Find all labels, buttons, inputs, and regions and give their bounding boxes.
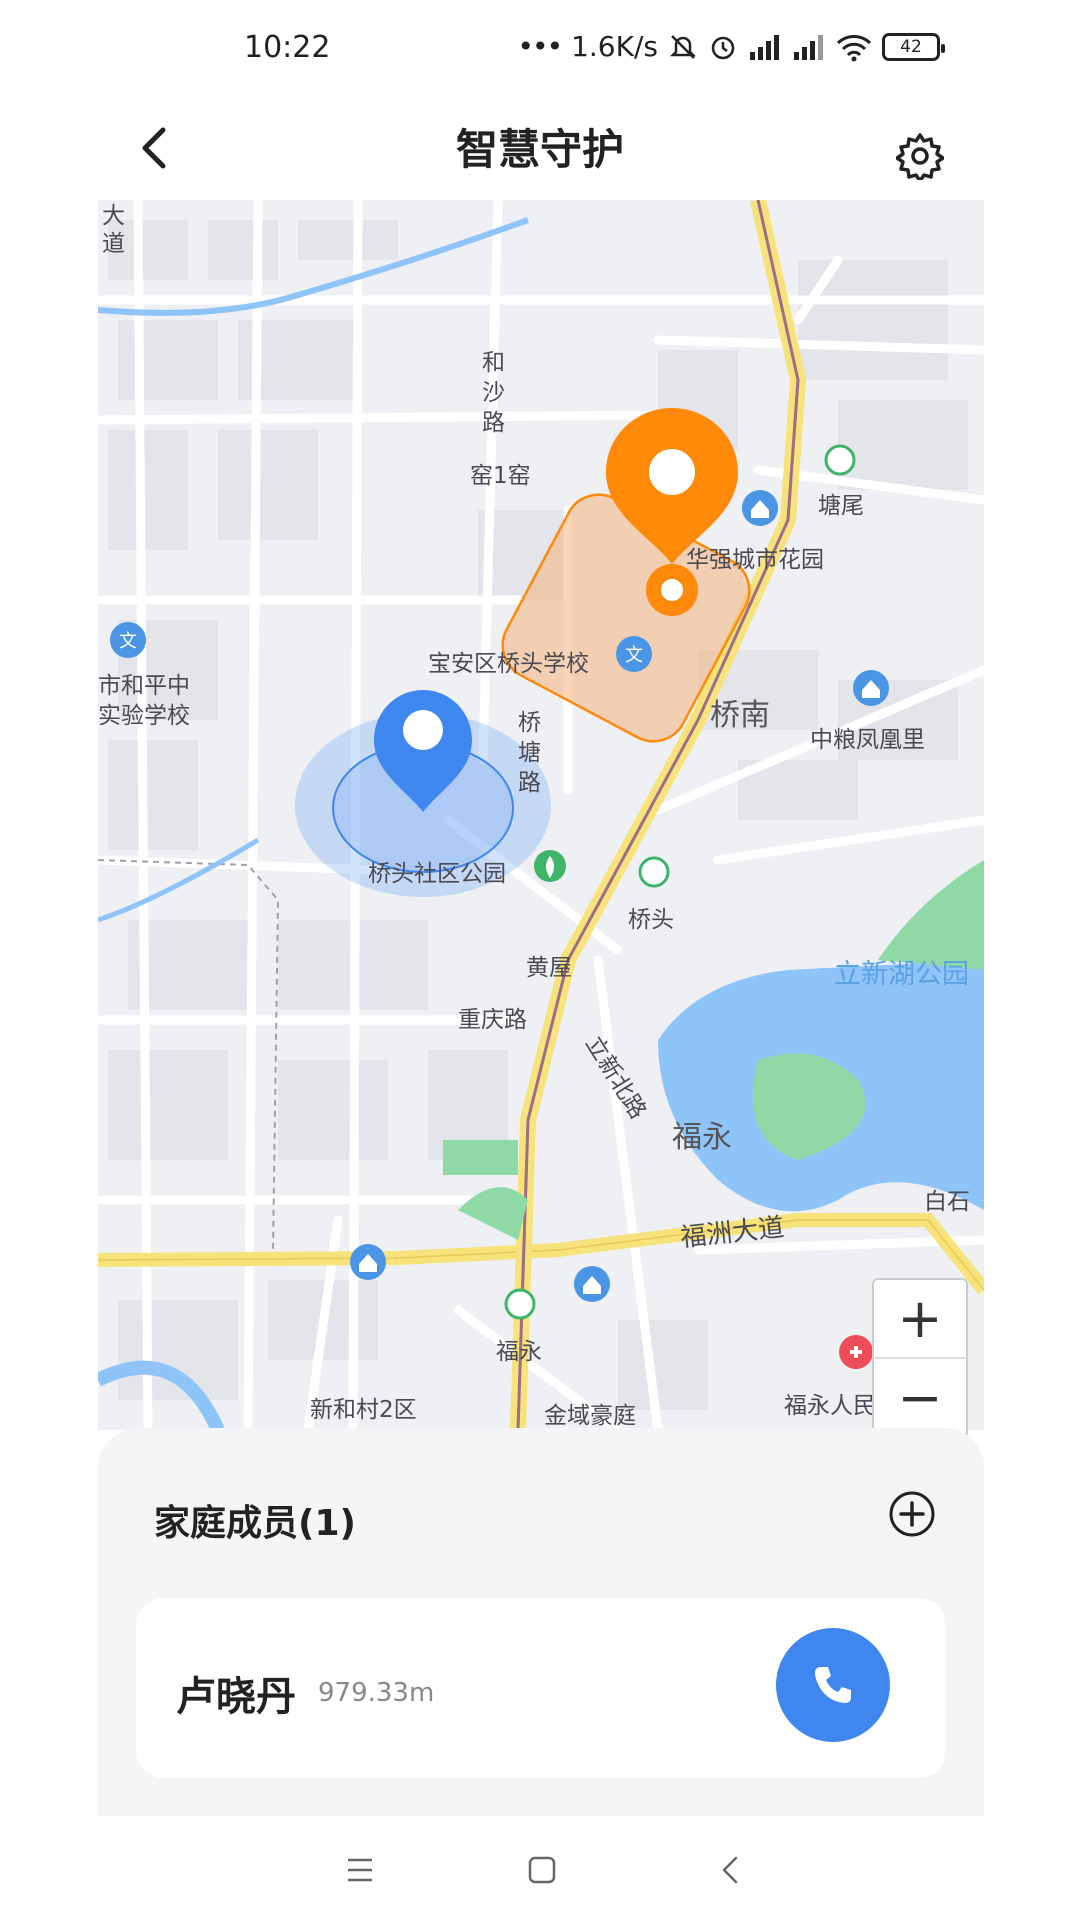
menu-icon <box>348 1858 372 1882</box>
menu-button[interactable] <box>340 1854 380 1886</box>
map-label: 福永 <box>672 1120 732 1155</box>
gear-icon <box>896 133 944 180</box>
system-nav-bar <box>0 1816 1080 1920</box>
zoom-in-button[interactable]: + <box>874 1280 966 1357</box>
settings-button[interactable] <box>890 126 950 186</box>
map-label: 桥 塘 路 <box>518 710 541 796</box>
signal-icon <box>794 34 823 60</box>
battery-icon: 42 <box>882 32 945 61</box>
call-button[interactable] <box>776 1628 890 1742</box>
svg-text:文: 文 <box>119 631 137 652</box>
member-name: 卢晓丹 <box>176 1674 296 1720</box>
map-label: 和 沙 路 <box>482 350 505 436</box>
map-label: 桥头社区公园 <box>368 861 506 887</box>
map-label: 重庆路 <box>458 1007 527 1033</box>
member-card[interactable]: 卢晓丹 979.33m <box>136 1598 946 1778</box>
map-canvas: 文 文 <box>98 200 984 1430</box>
map-label: 福永 <box>496 1339 542 1365</box>
member-distance: 979.33m <box>318 1678 435 1708</box>
map-view[interactable]: 文 文 大 道 和 沙 路 窑1窑 塘尾 华强城市花园 市和平中 实验学校 宝安… <box>98 200 984 1430</box>
wifi-icon <box>836 34 872 61</box>
members-title: 家庭成员(1) <box>154 1503 356 1544</box>
header: 智慧守护 <box>0 100 1080 200</box>
more-dots-icon: ••• <box>517 30 564 63</box>
map-label: 大 道 <box>102 203 125 257</box>
map-label: 桥头 <box>628 907 674 933</box>
zoom-out-button[interactable]: − <box>874 1357 966 1436</box>
home-button[interactable] <box>522 1854 562 1886</box>
hd-signal-icon <box>750 34 779 60</box>
back-triangle-icon <box>722 1856 738 1884</box>
family-members-sheet: 家庭成员(1) 卢晓丹 979.33m <box>98 1428 984 1816</box>
alarm-icon <box>711 36 735 59</box>
map-label: 华强城市花园 <box>686 547 824 573</box>
map-label: 窑1窑 <box>470 463 531 489</box>
nav-back-button[interactable] <box>710 1854 750 1886</box>
plus-circle-icon[interactable] <box>888 1490 936 1538</box>
map-label: 金域豪庭 <box>544 1403 636 1429</box>
map-label: 黄屋 <box>526 955 572 981</box>
map-label: 立新湖公园 <box>834 959 969 990</box>
map-label: 市和平中 <box>98 673 190 699</box>
mute-icon <box>669 34 697 59</box>
map-label: 实验学校 <box>98 703 190 729</box>
status-time: 10:22 <box>244 30 331 65</box>
map-label: 塘尾 <box>818 493 864 519</box>
map-label: 白石 <box>924 1189 970 1215</box>
map-label: 桥南 <box>710 698 770 733</box>
map-label: 新和村2区 <box>310 1397 417 1423</box>
svg-text:文: 文 <box>625 645 643 666</box>
zoom-controls: + − <box>872 1278 968 1438</box>
home-square-icon <box>528 1856 556 1884</box>
battery-level: 42 <box>900 36 922 57</box>
status-bar: 10:22 ••• 1.6K/s 42 <box>0 0 1080 100</box>
status-icons: ••• 1.6K/s 42 <box>517 30 945 63</box>
map-label: 宝安区桥头学校 <box>428 651 589 677</box>
map-label: 中粮凤凰里 <box>810 727 925 753</box>
phone-icon <box>815 1667 851 1703</box>
net-speed: 1.6K/s <box>571 30 658 63</box>
